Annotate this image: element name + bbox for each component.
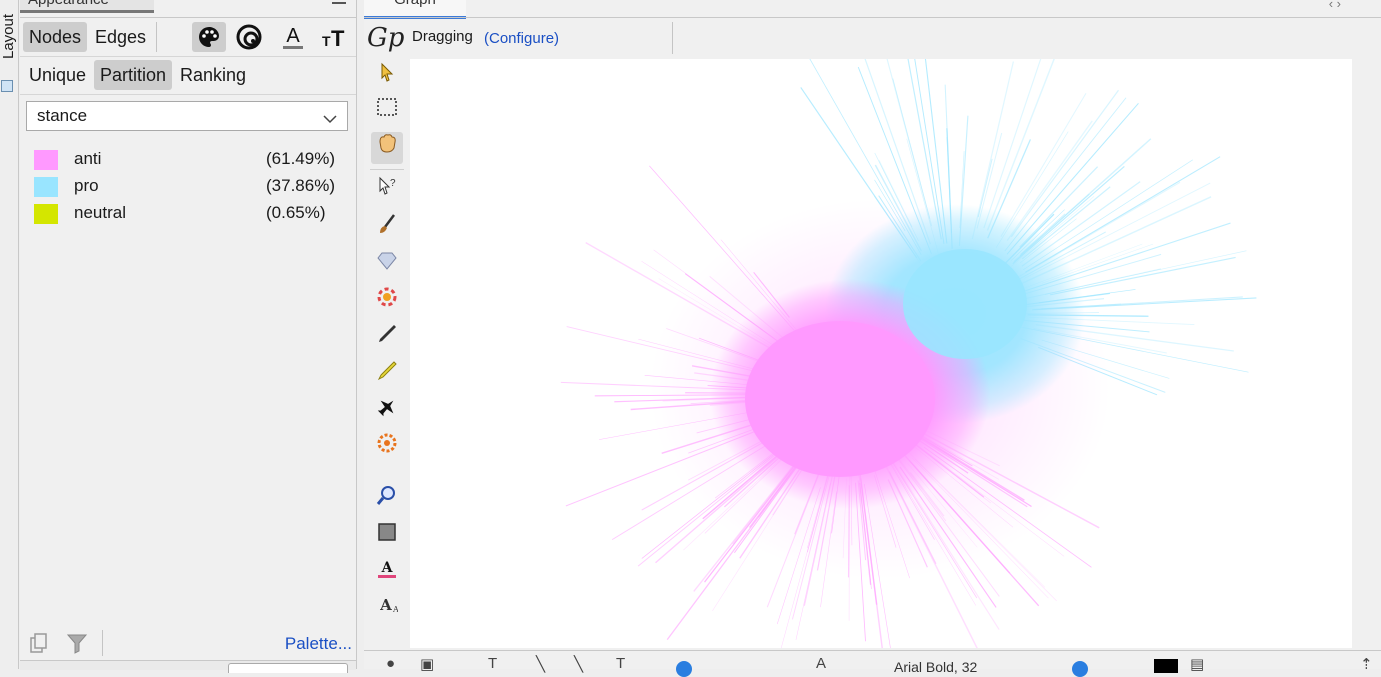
apply-button[interactable] [228, 663, 348, 673]
configure-link[interactable]: (Configure) [484, 30, 559, 47]
svg-text:?: ? [390, 178, 396, 189]
cluster-anti-core [745, 321, 935, 477]
partition-label: anti [74, 149, 102, 168]
layout-tab-label[interactable]: Layout [0, 14, 17, 59]
square-icon[interactable] [371, 521, 403, 553]
size-icon[interactable] [232, 22, 266, 52]
network-visualization [560, 9, 1257, 677]
edge-curve-icon[interactable]: ╲ [574, 655, 583, 673]
brush-icon[interactable] [371, 213, 403, 245]
partition-item-neutral[interactable]: neutral (0.65%) [34, 202, 334, 224]
color-swatch[interactable] [34, 177, 58, 197]
lightbulb-icon[interactable]: ● [386, 655, 395, 672]
minimize-icon[interactable] [332, 2, 346, 4]
palette-link[interactable]: Palette... [285, 634, 352, 654]
bottom-separator [102, 630, 103, 656]
edge-scale-slider[interactable] [676, 661, 692, 677]
window-nav-icon[interactable]: ‹ › [1329, 0, 1341, 11]
tab-edges[interactable]: Edges [89, 22, 152, 52]
font-icon[interactable]: A [816, 655, 826, 672]
gephi-logo-icon: Gp [367, 23, 405, 53]
partition-item-anti[interactable]: anti (61.49%) [34, 148, 335, 170]
header-separator [672, 22, 673, 54]
partition-label: pro [74, 176, 99, 195]
appearance-panel: Appearance Nodes Edges A [20, 0, 357, 673]
mode-toolbar: Unique Partition Ranking [20, 56, 356, 95]
tab-nodes[interactable]: Nodes [23, 22, 88, 52]
node-pie-icon[interactable] [371, 432, 403, 464]
label-color-swatch[interactable] [1154, 659, 1178, 673]
drag-hand-icon[interactable] [371, 132, 403, 164]
svg-text:A: A [286, 25, 300, 47]
svg-text:A: A [392, 605, 398, 614]
chevron-down-icon [323, 105, 337, 133]
svg-text:A: A [379, 596, 392, 614]
label-size-icon[interactable]: T [616, 655, 625, 672]
graph-tools: ? A AA [364, 58, 408, 648]
appearance-tab[interactable]: Appearance [20, 0, 154, 13]
highlighter-icon[interactable] [371, 360, 403, 392]
mode-label: Dragging [412, 28, 473, 45]
graph-window: Graph ‹ › Gp Dragging (Configure) ? [364, 0, 1381, 677]
pencil-icon[interactable] [371, 323, 403, 355]
filter-icon[interactable] [66, 632, 88, 654]
font-size-icon[interactable]: AA [371, 594, 403, 626]
zoom-icon[interactable] [371, 484, 403, 516]
color-wheel-icon[interactable] [371, 286, 403, 318]
toolbar-separator [370, 169, 404, 170]
partition-percent: (61.49%) [266, 149, 335, 168]
partition-percent: (0.65%) [266, 203, 326, 222]
copy-icon[interactable] [28, 632, 50, 654]
tab-partition[interactable]: Partition [94, 60, 173, 90]
tab-unique[interactable]: Unique [23, 60, 92, 90]
pointer-icon[interactable] [371, 60, 403, 92]
partition-label: neutral [74, 203, 126, 222]
edge-icon[interactable]: ╲ [536, 655, 545, 673]
svg-text:A: A [381, 560, 394, 576]
diamond-icon[interactable] [371, 250, 403, 282]
graph-canvas[interactable] [410, 9, 1352, 677]
label-size-icon[interactable]: T T [318, 22, 352, 52]
label-scale-slider[interactable] [1072, 661, 1088, 677]
color-swatch[interactable] [34, 204, 58, 224]
attribute-select-value: stance [37, 106, 88, 125]
expand-icon[interactable]: ⇡ [1360, 655, 1373, 673]
font-name[interactable]: Arial Bold, 32 [894, 659, 977, 675]
attribute-select[interactable]: stance [26, 101, 348, 131]
layout-image-icon [1, 80, 13, 92]
text-icon[interactable]: T [488, 655, 497, 672]
layout-side-strip[interactable]: Layout [0, 0, 19, 669]
toolbar-separator [156, 22, 157, 52]
target-toolbar: Nodes Edges A T T [20, 17, 356, 57]
font-color-icon[interactable]: A [371, 558, 403, 590]
label-color-icon[interactable]: A [276, 22, 310, 52]
rectangle-select-icon[interactable] [371, 96, 403, 128]
partition-percent: (37.86%) [266, 176, 335, 195]
cluster-pro-core [903, 249, 1027, 359]
appearance-bottom-bar: Palette... [20, 624, 356, 658]
clipboard-icon[interactable]: ▤ [1190, 655, 1204, 673]
tab-ranking[interactable]: Ranking [174, 60, 252, 90]
edit-icon[interactable]: ? [371, 176, 403, 208]
airplane-icon[interactable] [371, 396, 403, 428]
graph-header: Gp Dragging (Configure) [364, 17, 1381, 58]
partition-item-pro[interactable]: pro (37.86%) [34, 175, 335, 197]
color-swatch[interactable] [34, 150, 58, 170]
palette-icon[interactable] [192, 22, 226, 52]
svg-text:T: T [322, 33, 331, 49]
svg-text:T: T [331, 26, 345, 50]
graph-bottom-toolbar: ● ▣ T ╲ ╲ T A Arial Bold, 32 ▤ ⇡ [364, 650, 1381, 677]
screenshot-icon[interactable]: ▣ [420, 655, 434, 673]
